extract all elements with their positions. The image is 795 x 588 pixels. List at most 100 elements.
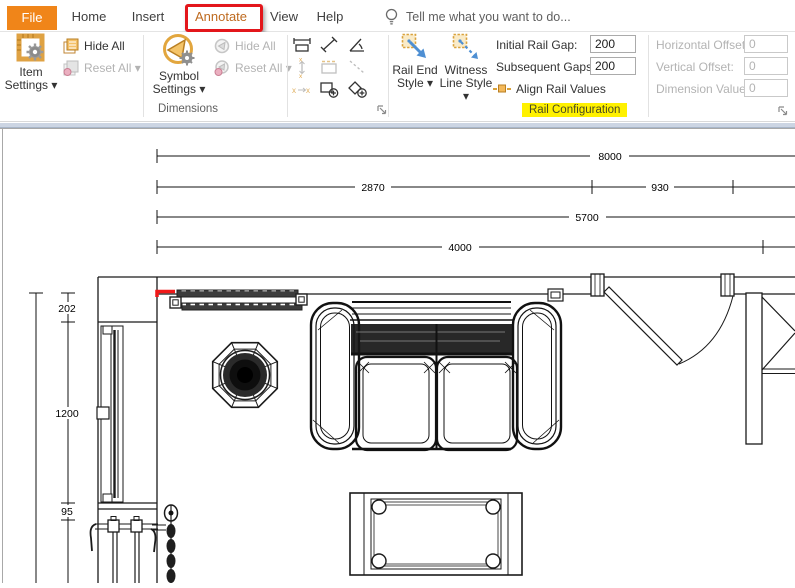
coffee-table[interactable] <box>349 492 523 576</box>
tab-help[interactable]: Help <box>308 5 352 29</box>
reset-all-button: Reset All ▾ <box>63 59 141 77</box>
hide-all-label: Hide All <box>84 39 125 53</box>
symbol-settings-icon <box>163 34 195 66</box>
align-rail-values-label: Align Rail Values <box>516 82 606 96</box>
radiator-top[interactable] <box>169 289 308 311</box>
dim-label-930: 930 <box>651 182 669 194</box>
symbol-settings-button[interactable]: Symbol Settings ▾ <box>148 33 210 96</box>
rail-configuration-dialog-launcher[interactable] <box>777 105 789 117</box>
dim-tool-horizontal-icon[interactable] <box>293 38 311 52</box>
hide-all-symbols-label: Hide All <box>235 39 276 53</box>
dim-label-1200: 1200 <box>55 408 79 420</box>
tab-insert[interactable]: Insert <box>126 5 170 29</box>
symbol-settings-label-2: Settings ▾ <box>152 82 206 96</box>
dimensions-dialog-launcher[interactable] <box>376 104 388 116</box>
dim-label-8000: 8000 <box>598 151 622 163</box>
door-swing-arc <box>678 295 734 365</box>
item-settings-icon <box>16 33 45 62</box>
ribbon-tab-bar: File Home Insert Annotate View Help Tell… <box>0 0 795 32</box>
tab-view[interactable]: View <box>262 5 306 29</box>
reset-all-symbols-label: Reset All ▾ <box>235 61 292 75</box>
tab-home[interactable]: Home <box>66 5 112 29</box>
rail-end-style-label-2: Style ▾ <box>396 76 434 90</box>
witness-line-style-label-1: Witness <box>444 63 488 77</box>
pendant-light[interactable] <box>211 341 279 409</box>
ribbon-separator <box>287 35 288 117</box>
window-handle <box>96 406 110 420</box>
svg-text:x: x <box>292 86 296 95</box>
ribbon-annotate: Item Settings ▾ Hide All Reset All ▾ Sym… <box>0 32 795 122</box>
witness-line-style-icon <box>452 33 478 59</box>
door[interactable] <box>590 273 735 366</box>
rail-configuration-group-label: Rail Configuration <box>522 103 628 117</box>
dim-label-5700: 5700 <box>575 212 599 224</box>
reset-all-icon <box>63 60 79 76</box>
tell-me-search[interactable]: Tell me what you want to do... <box>384 6 571 28</box>
dim-tool-aligned-icon[interactable] <box>320 36 338 53</box>
tab-file[interactable]: File <box>7 6 57 30</box>
floor-plan-canvas[interactable]: 8000 2870 930 5700 4000 202 1200 95 <box>0 128 795 583</box>
align-rail-values-button[interactable]: Align Rail Values <box>493 80 606 98</box>
window-left[interactable] <box>96 325 124 503</box>
walls[interactable] <box>97 276 795 583</box>
vertical-offset-input <box>744 57 788 75</box>
hide-all-symbols-button: Hide All <box>214 37 276 55</box>
door-panel <box>603 286 683 366</box>
reset-all-symbols-icon <box>214 60 229 76</box>
item-settings-label-2: Settings ▾ <box>4 78 58 92</box>
hanging-plant[interactable] <box>163 504 179 583</box>
radiator-bottom[interactable] <box>89 516 166 584</box>
dim-tool-xx-icon: x x <box>292 86 310 95</box>
dimension-tools-grid: xx x x <box>292 36 367 98</box>
item-settings-button[interactable]: Item Settings ▾ <box>2 33 60 92</box>
witness-line-style-button[interactable]: Witness Line Style ▾ <box>438 33 494 103</box>
rail-end-style-label-1: Rail End <box>392 63 438 77</box>
initial-rail-gap-label: Initial Rail Gap: <box>496 38 578 52</box>
dimension-value-label: Dimension Value: <box>656 82 750 96</box>
reset-all-symbols-button: Reset All ▾ <box>214 59 292 77</box>
subsequent-gaps-label: Subsequent Gaps: <box>496 60 596 74</box>
vertical-dimension-lines[interactable] <box>29 292 84 583</box>
wall-socket[interactable] <box>547 288 564 302</box>
dim-tool-rotated-icon[interactable] <box>348 81 367 98</box>
subsequent-gaps-input[interactable] <box>590 57 636 75</box>
tab-annotate[interactable]: Annotate <box>192 5 250 29</box>
dim-rail-4000[interactable] <box>156 240 795 254</box>
align-rail-values-icon <box>493 84 511 93</box>
dimension-rails <box>29 149 795 583</box>
hide-all-icon <box>63 38 79 54</box>
svg-text:x: x <box>299 73 303 80</box>
vertical-offset-label: Vertical Offset: <box>656 60 734 74</box>
dim-tool-area-icon[interactable] <box>320 82 339 98</box>
dim-rail-8000[interactable] <box>156 149 795 163</box>
hide-all-button[interactable]: Hide All <box>63 37 125 55</box>
ribbon-separator <box>648 35 649 117</box>
witness-line-style-label-2: Line Style ▾ <box>439 76 493 103</box>
reset-all-label: Reset All ▾ <box>84 61 141 75</box>
tell-me-label: Tell me what you want to do... <box>406 10 571 24</box>
initial-rail-gap-input[interactable] <box>590 35 636 53</box>
group-separator <box>388 35 389 117</box>
rail-end-style-button[interactable]: Rail End Style ▾ <box>391 33 439 90</box>
sofa[interactable] <box>309 301 563 452</box>
dim-tool-vertical-icon: xx <box>299 57 305 80</box>
horizontal-offset-label: Horizontal Offset: <box>656 38 749 52</box>
rail-end-style-icon <box>401 33 426 58</box>
dim-tool-rectangle-icon <box>321 60 337 74</box>
dim-label-4000: 4000 <box>448 242 472 254</box>
svg-text:x: x <box>306 86 310 95</box>
dim-tool-angular-icon[interactable] <box>349 38 364 52</box>
dim-label-202: 202 <box>58 303 76 315</box>
dim-tool-diagonal-icon <box>349 60 365 74</box>
dim-label-95: 95 <box>61 506 73 518</box>
lightbulb-icon <box>385 8 398 24</box>
dim-rail-2870-930[interactable] <box>156 180 795 194</box>
symbol-settings-label-1: Symbol <box>158 69 199 83</box>
dim-rail-5700[interactable] <box>156 210 795 224</box>
item-settings-label-1: Item <box>19 65 43 79</box>
dimensions-group-label: Dimensions <box>157 103 219 115</box>
dimension-value-input <box>744 79 788 97</box>
right-wall-column[interactable] <box>745 292 795 445</box>
dim-label-2870: 2870 <box>361 182 385 194</box>
floor-plan-svg[interactable]: 8000 2870 930 5700 4000 202 1200 95 <box>0 128 795 583</box>
